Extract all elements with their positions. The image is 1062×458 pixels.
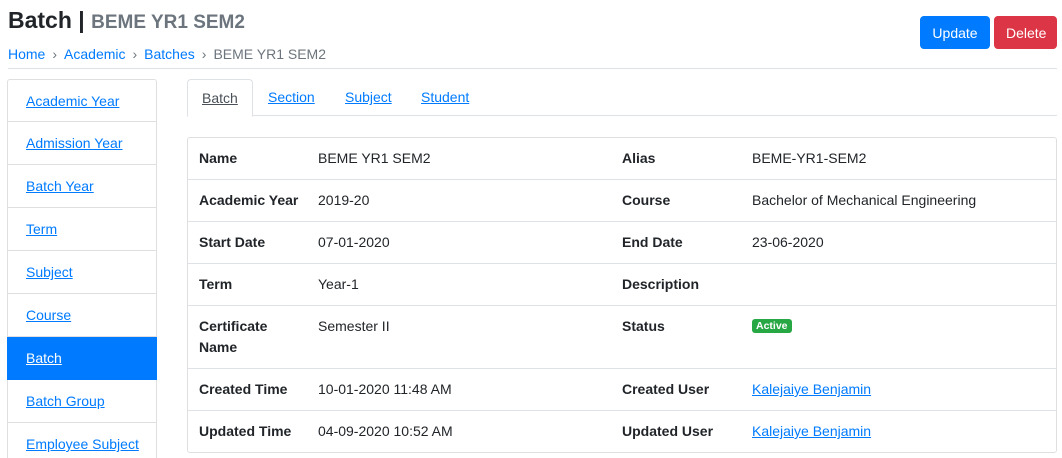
sidebar-item-term[interactable]: Term bbox=[7, 208, 157, 251]
field-value: 2019-20 bbox=[318, 179, 622, 222]
table-row: Start Date 07-01-2020 End Date 23-06-202… bbox=[188, 221, 1056, 264]
sidebar-item-course[interactable]: Course bbox=[7, 294, 157, 337]
field-value: Kalejaiye Benjamin bbox=[752, 410, 1056, 452]
field-label: Name bbox=[199, 150, 238, 166]
field-label: Course bbox=[622, 179, 752, 222]
field-value: 10-01-2020 11:48 AM bbox=[318, 368, 622, 411]
batch-details-table: Name BEME YR1 SEM2 Alias BEME-YR1-SEM2 A… bbox=[188, 138, 1056, 452]
sidebar-item-employee-subject[interactable]: Employee Subject bbox=[7, 423, 157, 458]
field-label: Created User bbox=[622, 368, 752, 411]
breadcrumb-separator: › bbox=[52, 46, 58, 62]
tab-subject[interactable]: Subject bbox=[331, 79, 406, 116]
title-separator: | bbox=[78, 7, 85, 33]
field-label: Status bbox=[622, 305, 752, 369]
field-value: 07-01-2020 bbox=[318, 221, 622, 264]
field-value: Bachelor of Mechanical Engineering bbox=[752, 179, 1056, 222]
breadcrumb-separator: › bbox=[201, 46, 207, 62]
sidebar-item-admission-year[interactable]: Admission Year bbox=[7, 122, 157, 165]
field-label: Certificate Name bbox=[188, 305, 318, 369]
table-row: Term Year-1 Description bbox=[188, 263, 1056, 306]
tab-section[interactable]: Section bbox=[254, 79, 329, 116]
field-label: Updated User bbox=[622, 410, 752, 452]
field-value: 23-06-2020 bbox=[752, 221, 1056, 264]
sidebar-item-academic-year[interactable]: Academic Year bbox=[7, 79, 157, 122]
field-value bbox=[752, 263, 1056, 306]
field-value: 04-09-2020 10:52 AM bbox=[318, 410, 622, 452]
table-row: Certificate Name Semester II Status Acti… bbox=[188, 305, 1056, 369]
table-row: Updated Time 04-09-2020 10:52 AM Updated… bbox=[188, 410, 1056, 452]
field-label: Start Date bbox=[188, 221, 318, 264]
page-header: Batch | BEME YR1 SEM2 Home › Academic › Batc… bbox=[8, 6, 326, 63]
table-row: Name BEME YR1 SEM2 Alias BEME-YR1-SEM2 bbox=[188, 138, 1056, 180]
header-actions: Update Delete bbox=[920, 16, 1057, 49]
field-label: Alias bbox=[622, 150, 656, 166]
field-value: Year-1 bbox=[318, 263, 622, 306]
sidebar-item-batch-group[interactable]: Batch Group bbox=[7, 380, 157, 423]
created-user-link[interactable]: Kalejaiye Benjamin bbox=[752, 381, 871, 397]
field-label: Created Time bbox=[188, 368, 318, 411]
field-label: End Date bbox=[622, 221, 752, 264]
table-row: Created Time 10-01-2020 11:48 AM Created… bbox=[188, 368, 1056, 411]
page-title-main: Batch bbox=[8, 7, 72, 33]
sidebar-item-subject[interactable]: Subject bbox=[7, 251, 157, 294]
header-divider bbox=[8, 68, 1057, 69]
breadcrumb-batches[interactable]: Batches bbox=[144, 46, 195, 62]
sidebar-item-batch-year[interactable]: Batch Year bbox=[7, 165, 157, 208]
field-label: Term bbox=[188, 263, 318, 306]
breadcrumb-current: BEME YR1 SEM2 bbox=[213, 46, 326, 62]
field-label: Academic Year bbox=[188, 179, 318, 222]
breadcrumb-separator: › bbox=[132, 46, 138, 62]
field-value: Kalejaiye Benjamin bbox=[752, 368, 1056, 411]
sidebar-item-batch[interactable]: Batch bbox=[7, 337, 157, 380]
sidebar: Academic Year Admission Year Batch Year … bbox=[7, 79, 157, 458]
status-badge: Active bbox=[752, 319, 792, 333]
delete-button[interactable]: Delete bbox=[994, 16, 1057, 49]
breadcrumb-academic[interactable]: Academic bbox=[64, 46, 125, 62]
field-value: Active bbox=[752, 305, 1056, 369]
field-label: Description bbox=[622, 263, 752, 306]
batch-details-card: Name BEME YR1 SEM2 Alias BEME-YR1-SEM2 A… bbox=[187, 137, 1057, 453]
table-row: Academic Year 2019-20 Course Bachelor of… bbox=[188, 179, 1056, 222]
page-title: Batch | BEME YR1 SEM2 bbox=[8, 6, 326, 37]
field-label: Updated Time bbox=[188, 410, 318, 452]
page-subtitle: BEME YR1 SEM2 bbox=[91, 12, 245, 33]
field-value: Semester II bbox=[318, 305, 622, 369]
breadcrumb: Home › Academic › Batches › BEME YR1 SEM2 bbox=[8, 46, 326, 63]
tab-bar: Batch Section Subject Student bbox=[187, 79, 1057, 117]
field-value: BEME-YR1-SEM2 bbox=[752, 150, 867, 166]
tab-student[interactable]: Student bbox=[407, 79, 483, 116]
updated-user-link[interactable]: Kalejaiye Benjamin bbox=[752, 423, 871, 439]
field-value: BEME YR1 SEM2 bbox=[318, 150, 431, 166]
update-button[interactable]: Update bbox=[920, 16, 990, 49]
breadcrumb-home[interactable]: Home bbox=[8, 46, 45, 62]
tab-batch[interactable]: Batch bbox=[187, 79, 253, 117]
